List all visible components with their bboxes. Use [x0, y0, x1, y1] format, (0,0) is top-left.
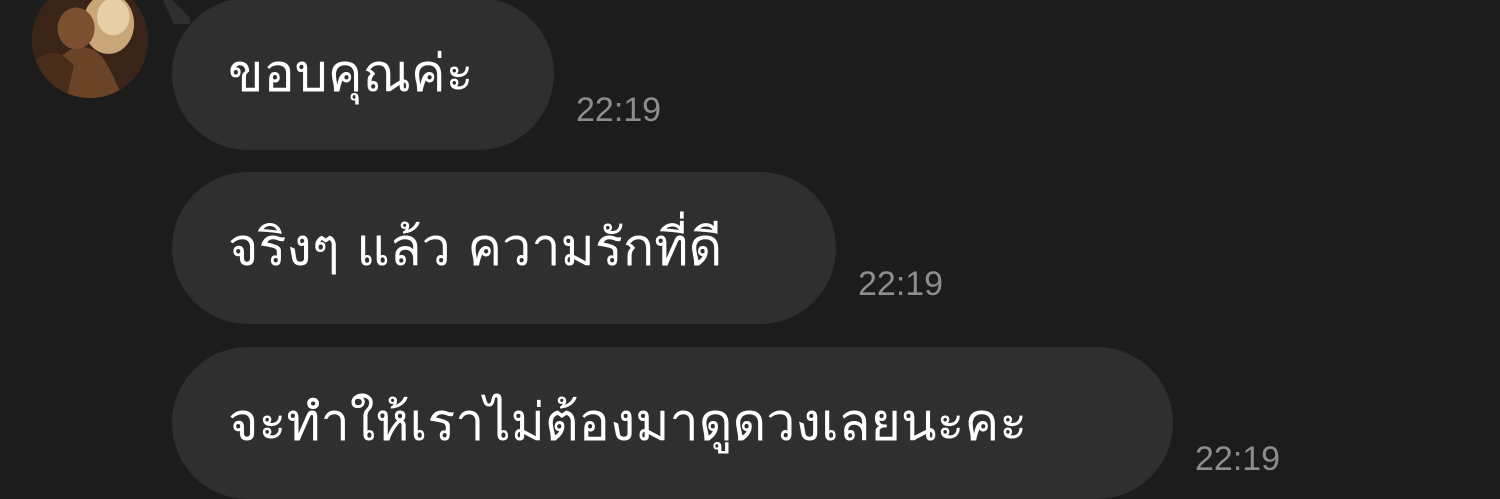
chat-area: ขอบคุณค่ะ 22:19 จริงๆ แล้ว ความรักที่ดี …: [0, 0, 1500, 499]
message-timestamp: 22:19: [858, 265, 944, 303]
message-bubble[interactable]: จริงๆ แล้ว ความรักที่ดี: [172, 172, 836, 324]
avatar-image: [32, 0, 148, 98]
sender-avatar[interactable]: [32, 0, 148, 98]
message-bubble[interactable]: จะทำให้เราไม่ต้องมาดูดวงเลยนะคะ: [172, 347, 1173, 499]
message-text: จะทำให้เราไม่ต้องมาดูดวงเลยนะคะ: [228, 393, 1028, 453]
message-text: ขอบคุณค่ะ: [228, 44, 474, 104]
message-row: จริงๆ แล้ว ความรักที่ดี 22:19: [172, 172, 943, 324]
message-row: ขอบคุณค่ะ 22:19: [172, 0, 661, 150]
message-timestamp: 22:19: [576, 91, 662, 129]
message-row: จะทำให้เราไม่ต้องมาดูดวงเลยนะคะ 22:19: [172, 347, 1280, 499]
message-bubble[interactable]: ขอบคุณค่ะ: [172, 0, 554, 150]
message-text: จริงๆ แล้ว ความรักที่ดี: [228, 218, 723, 278]
message-timestamp: 22:19: [1195, 440, 1281, 478]
